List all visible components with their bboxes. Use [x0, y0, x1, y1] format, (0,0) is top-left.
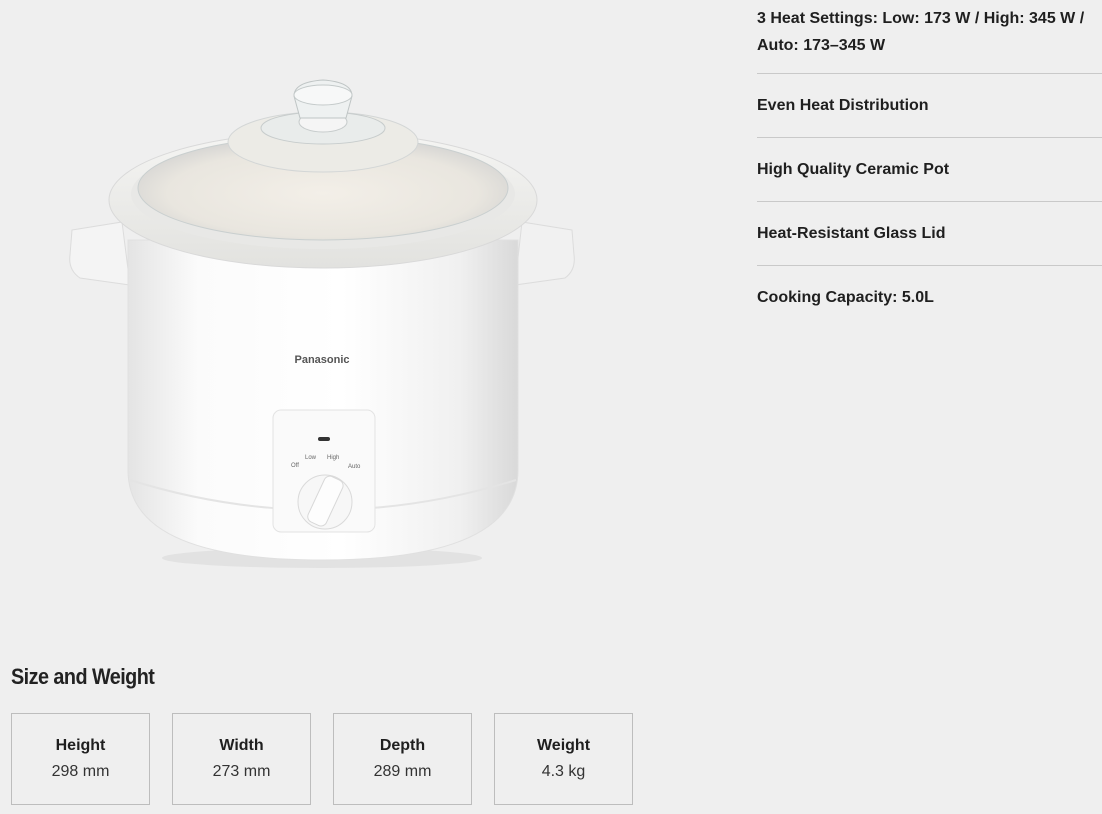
brand-logo: Panasonic	[294, 354, 349, 366]
spec-card-weight: Weight 4.3 kg	[494, 713, 633, 805]
dial-label-low: Low	[305, 455, 317, 461]
dial-label-off: Off	[291, 463, 299, 469]
dial-label-auto: Auto	[348, 464, 361, 470]
spec-value: 298 mm	[51, 763, 110, 780]
product-page: Off Low High Auto Panasonic 3 Heat Setti…	[0, 0, 1102, 814]
spec-value: 289 mm	[373, 763, 432, 780]
dial-label-high: High	[327, 455, 339, 461]
size-weight-heading: Size and Weight	[11, 664, 155, 689]
spec-card-height: Height 298 mm	[11, 713, 150, 805]
spec-label: Width	[219, 737, 264, 754]
spec-value: 4.3 kg	[541, 763, 586, 780]
feature-item-ceramic-pot: High Quality Ceramic Pot	[757, 138, 1102, 202]
product-image: Off Low High Auto Panasonic	[69, 79, 575, 568]
feature-item-even-heat: Even Heat Distribution	[757, 74, 1102, 138]
feature-item-glass-lid: Heat-Resistant Glass Lid	[757, 202, 1102, 266]
feature-item-heat-settings: 3 Heat Settings: Low: 173 W / High: 345 …	[757, 0, 1102, 74]
spec-label: Weight	[536, 737, 591, 754]
spec-value: 273 mm	[212, 763, 271, 780]
size-weight-cards: Height 298 mm Width 273 mm Depth 289 mm …	[11, 713, 633, 805]
feature-list: 3 Heat Settings: Low: 173 W / High: 345 …	[757, 0, 1102, 329]
spec-label: Depth	[379, 737, 426, 754]
spec-card-depth: Depth 289 mm	[333, 713, 472, 805]
spec-card-width: Width 273 mm	[172, 713, 311, 805]
feature-item-capacity: Cooking Capacity: 5.0L	[757, 289, 934, 306]
spec-label: Height	[55, 737, 106, 754]
